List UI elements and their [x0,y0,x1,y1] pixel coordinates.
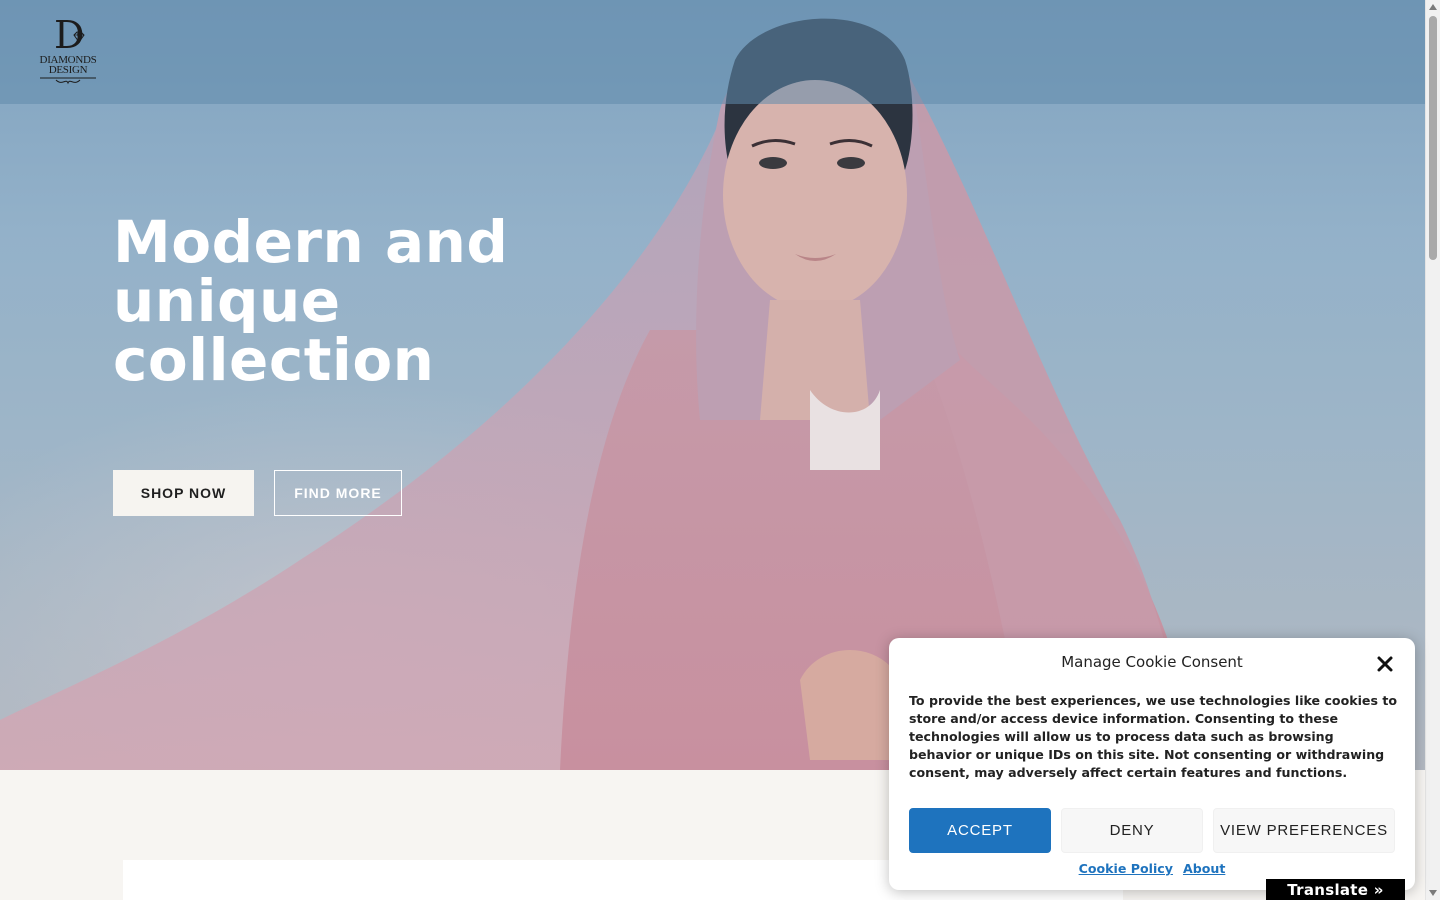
site-header: D DIAMONDS DESIGN [0,0,1425,104]
view-preferences-button[interactable]: VIEW PREFERENCES [1213,808,1395,853]
cookie-links: Cookie Policy About [889,861,1415,876]
cookie-policy-link[interactable]: Cookie Policy [1079,861,1173,876]
cookie-consent-dialog: Manage Cookie Consent To provide the bes… [889,638,1415,890]
scroll-down-icon[interactable] [1429,890,1437,896]
cookie-dialog-title: Manage Cookie Consent [1061,653,1243,671]
deny-cookies-button[interactable]: DENY [1061,808,1203,853]
logo-flourish-icon [40,77,96,85]
brand-logo[interactable]: D DIAMONDS DESIGN [36,16,100,88]
translate-button[interactable]: Translate » [1266,879,1405,900]
scroll-up-icon[interactable] [1429,4,1437,10]
hero-headline: Modern and unique collection [113,208,509,394]
cookie-dialog-body: To provide the best experiences, we use … [909,693,1398,780]
about-link[interactable]: About [1183,861,1225,876]
find-more-button[interactable]: FIND MORE [274,470,402,516]
diamond-icon [73,31,85,43]
shop-now-button[interactable]: SHOP NOW [113,470,254,516]
accept-cookies-button[interactable]: ACCEPT [909,808,1051,853]
close-icon[interactable] [1375,654,1395,674]
page-scrollbar[interactable] [1425,0,1440,900]
scrollbar-thumb[interactable] [1429,16,1437,260]
